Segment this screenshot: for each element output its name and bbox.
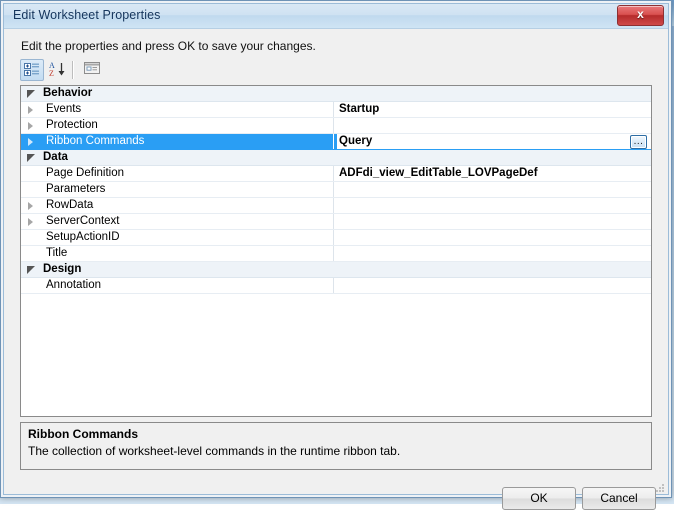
property-grid-toolbar: A Z <box>20 59 652 83</box>
property-name: Page Definition <box>46 167 124 179</box>
column-splitter[interactable] <box>333 118 334 133</box>
property-grid-row[interactable]: Parameters <box>21 182 651 198</box>
close-button[interactable]: x <box>617 5 664 26</box>
triangle-glyph <box>28 218 33 226</box>
property-value[interactable]: ADFdi_view_EditTable_LOVPageDef <box>339 167 538 179</box>
categorized-icon <box>21 62 43 78</box>
property-name: Title <box>46 247 68 259</box>
property-grid-row[interactable]: SetupActionID <box>21 230 651 246</box>
dialog-body: Edit the properties and press OK to save… <box>4 29 668 510</box>
property-grid-row[interactable]: Page Definition ADFdi_view_EditTable_LOVP… <box>21 166 651 182</box>
column-splitter[interactable] <box>333 86 334 101</box>
column-splitter[interactable] <box>333 182 334 197</box>
property-value[interactable]: Query <box>339 135 372 147</box>
property-grid-row[interactable]: RowData <box>21 198 651 214</box>
expander-expanded-icon[interactable] <box>27 89 37 99</box>
property-grid-row[interactable]: Annotation <box>21 278 651 294</box>
description-panel: Ribbon Commands The collection of worksh… <box>20 422 652 470</box>
svg-text:Z: Z <box>49 69 54 77</box>
column-splitter[interactable] <box>333 166 334 181</box>
property-name: Ribbon Commands <box>46 135 145 147</box>
expander-expanded-icon[interactable] <box>27 265 37 275</box>
property-name: Protection <box>46 119 98 131</box>
column-splitter[interactable] <box>333 246 334 261</box>
property-grid-row[interactable]: Title <box>21 246 651 262</box>
property-pages-icon <box>80 61 104 76</box>
triangle-glyph <box>28 138 33 146</box>
column-splitter[interactable] <box>333 278 334 293</box>
selection-marker <box>334 134 337 149</box>
column-splitter[interactable] <box>333 150 334 165</box>
description-title: Ribbon Commands <box>28 427 138 441</box>
column-splitter[interactable] <box>333 214 334 229</box>
ellipsis-icon: ... <box>633 136 644 147</box>
column-splitter[interactable] <box>333 198 334 213</box>
sort-az-icon: A Z <box>46 61 70 77</box>
property-name: Behavior <box>43 87 93 99</box>
ellipsis-editor-button[interactable]: ... <box>630 135 647 149</box>
close-icon: x <box>637 7 644 21</box>
triangle-glyph <box>28 122 33 130</box>
description-text: The collection of worksheet-level comman… <box>28 444 401 458</box>
cancel-button[interactable]: Cancel <box>582 487 656 510</box>
property-name: Design <box>43 263 82 275</box>
property-name: ServerContext <box>46 215 120 227</box>
triangle-glyph <box>27 266 35 274</box>
ok-button[interactable]: OK <box>502 487 576 510</box>
property-value[interactable]: Startup <box>339 103 379 115</box>
expander-collapsed-icon[interactable] <box>27 137 37 147</box>
column-splitter[interactable] <box>333 262 334 277</box>
instruction-text: Edit the properties and press OK to save… <box>21 39 316 53</box>
property-grid-category-row[interactable]: Data <box>21 150 651 166</box>
property-name: Annotation <box>46 279 101 291</box>
expander-collapsed-icon[interactable] <box>27 201 37 211</box>
triangle-glyph <box>28 106 33 114</box>
property-grid-row[interactable]: Protection <box>21 118 651 134</box>
property-name: RowData <box>46 199 94 211</box>
categorized-view-button[interactable] <box>20 59 44 81</box>
dialog-title: Edit Worksheet Properties <box>13 8 161 22</box>
property-name: Events <box>46 103 82 115</box>
property-grid-row[interactable]: Events Startup <box>21 102 651 118</box>
toolbar-separator <box>72 61 74 79</box>
expander-collapsed-icon[interactable] <box>27 105 37 115</box>
property-pages-button[interactable] <box>80 59 104 81</box>
column-splitter[interactable] <box>333 102 334 117</box>
triangle-glyph <box>27 154 35 162</box>
property-name: Data <box>43 151 68 163</box>
selected-value-cell <box>334 134 651 149</box>
column-splitter[interactable] <box>333 230 334 245</box>
dialog-titlebar[interactable]: Edit Worksheet Properties x <box>4 4 668 29</box>
property-grid-row[interactable]: ServerContext <box>21 214 651 230</box>
alphabetical-sort-button[interactable]: A Z <box>46 59 70 81</box>
expander-expanded-icon[interactable] <box>27 153 37 163</box>
property-name: SetupActionID <box>46 231 120 243</box>
property-grid[interactable]: Behavior Events Startup Protection Ribbon Co… <box>20 85 652 417</box>
property-grid-row[interactable]: Ribbon Commands Query... <box>21 134 651 150</box>
triangle-glyph <box>28 202 33 210</box>
edit-worksheet-properties-dialog: Edit Worksheet Properties x Edit the pro… <box>0 0 672 510</box>
property-grid-category-row[interactable]: Behavior <box>21 86 651 102</box>
property-name: Parameters <box>46 183 106 195</box>
dialog-frame: Edit Worksheet Properties x Edit the pro… <box>3 3 669 510</box>
property-grid-category-row[interactable]: Design <box>21 262 651 278</box>
property-grid-rows: Behavior Events Startup Protection Ribbon Co… <box>21 86 651 294</box>
resize-grip[interactable] <box>653 480 665 492</box>
expander-collapsed-icon[interactable] <box>27 217 37 227</box>
triangle-glyph <box>27 90 35 98</box>
expander-collapsed-icon[interactable] <box>27 121 37 131</box>
